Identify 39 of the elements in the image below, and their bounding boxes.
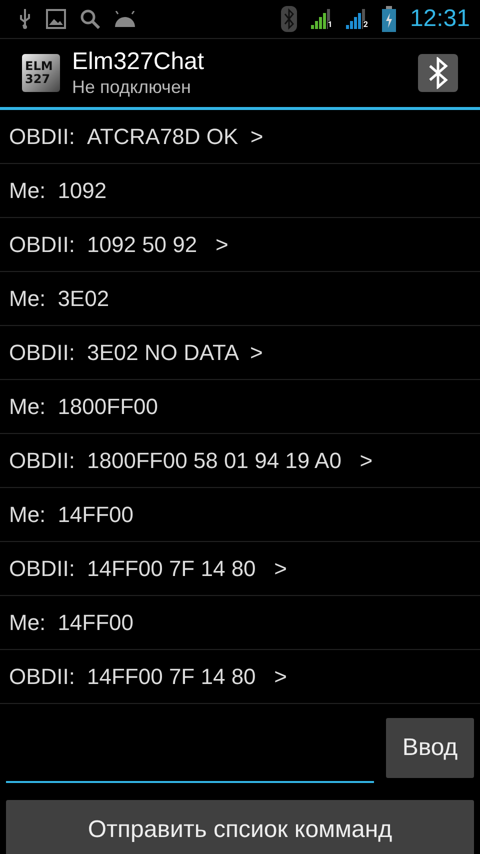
signal-icon bbox=[346, 9, 366, 29]
message-sender: OBDII: bbox=[9, 232, 76, 258]
sim-label: 1 bbox=[328, 21, 332, 29]
message-sender: Me: bbox=[9, 502, 46, 528]
message-sender: OBDII: bbox=[9, 664, 76, 690]
message-sender: OBDII: bbox=[9, 448, 76, 474]
message-sender: Me: bbox=[9, 286, 46, 312]
usb-icon bbox=[18, 9, 32, 29]
sim-label: 2 bbox=[363, 21, 368, 29]
message-sender: OBDII: bbox=[9, 556, 76, 582]
message-text: 14FF00 bbox=[58, 502, 134, 528]
battery-icon bbox=[382, 6, 396, 32]
bluetooth-icon bbox=[280, 6, 297, 32]
message-sender: OBDII: bbox=[9, 124, 76, 150]
enter-button[interactable]: Ввод bbox=[386, 718, 474, 778]
app-logo: ELM 327 bbox=[22, 54, 60, 92]
message-text: 14FF00 bbox=[58, 610, 134, 636]
app-title: Elm327Chat bbox=[72, 48, 206, 76]
message-sender: Me: bbox=[9, 394, 46, 420]
message-text: 3E02 bbox=[58, 286, 110, 312]
message-text: 1800FF00 bbox=[58, 394, 158, 420]
bluetooth-button[interactable] bbox=[418, 54, 458, 92]
image-icon bbox=[46, 9, 66, 29]
signal-icon bbox=[310, 9, 330, 29]
message-sender: Me: bbox=[9, 178, 46, 204]
clock-time: 12:31 bbox=[410, 5, 470, 33]
message-text: 1092 bbox=[58, 178, 107, 204]
android-icon bbox=[114, 11, 136, 27]
connection-status: Не подключен bbox=[72, 76, 192, 98]
message-sender: Me: bbox=[9, 610, 46, 636]
message-text: 14FF00 7F 14 80 > bbox=[87, 664, 287, 690]
message-text: 3E02 NO DATA > bbox=[87, 340, 263, 366]
message-text: 1092 50 92 > bbox=[87, 232, 228, 258]
search-icon bbox=[80, 9, 100, 29]
message-sender: OBDII: bbox=[9, 340, 76, 366]
message-text: 14FF00 7F 14 80 > bbox=[87, 556, 287, 582]
message-text: 1800FF00 58 01 94 19 A0 > bbox=[87, 448, 373, 474]
send-command-list-button[interactable]: Отправить спсиок комманд bbox=[6, 800, 474, 854]
message-text: ATCRA78D OK > bbox=[87, 124, 264, 150]
